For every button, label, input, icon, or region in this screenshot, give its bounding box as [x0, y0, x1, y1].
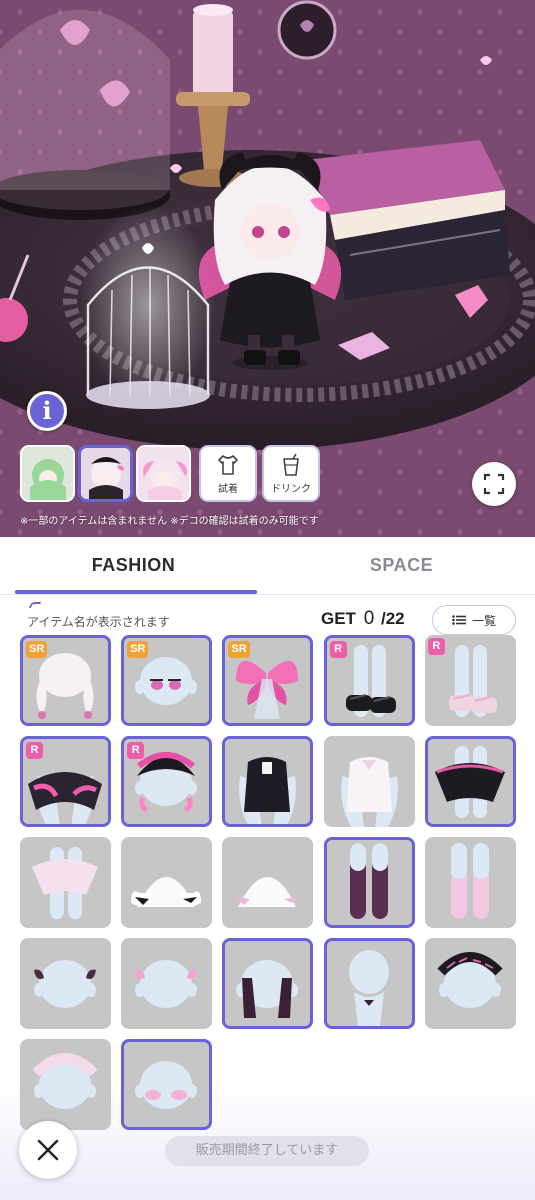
item-cell[interactable]: SR: [121, 635, 213, 726]
item-cell[interactable]: [323, 938, 415, 1029]
item-skirt-black-icon: [434, 746, 505, 818]
sale-ended-notice: 販売期間終了しています: [165, 1136, 369, 1166]
try-on-label: 試着: [218, 484, 238, 495]
avatar-thumbnail-bar: 試着 ドリンク: [20, 445, 320, 502]
thumbnail-avatar-pink[interactable]: [136, 445, 191, 502]
item-cell[interactable]: SR: [222, 635, 314, 726]
item-cell[interactable]: R: [20, 736, 111, 827]
item-socks-black-icon: [349, 843, 388, 919]
get-counter: GET 0 /22: [321, 608, 405, 630]
item-cell[interactable]: [222, 938, 314, 1029]
list-icon: [452, 615, 466, 625]
item-top-black-icon: [239, 757, 297, 824]
item-braid-black-icon: [437, 952, 503, 1008]
item-gloves-black-icon: [236, 960, 299, 1018]
drink-button[interactable]: ドリンク: [262, 445, 320, 502]
rarity-badge: R: [329, 641, 347, 658]
get-count: 0: [363, 608, 375, 629]
item-blush-icon: [135, 1061, 198, 1109]
get-total: /22: [381, 609, 405, 628]
item-skirt-pink-icon: [32, 847, 98, 919]
get-label: GET: [321, 609, 356, 628]
tab-fashion[interactable]: FASHION: [0, 537, 267, 595]
fullscreen-icon: [483, 473, 505, 495]
item-hairpin-black-icon: [34, 960, 96, 1008]
thumbnail-avatar-gothic[interactable]: [78, 445, 133, 502]
item-cell[interactable]: [20, 837, 111, 928]
item-cell[interactable]: R: [121, 736, 213, 827]
try-on-button[interactable]: 試着: [199, 445, 257, 502]
category-tabs: FASHION SPACE: [0, 537, 535, 595]
item-cell[interactable]: [424, 837, 516, 928]
close-button[interactable]: [19, 1121, 77, 1179]
drink-icon: [283, 453, 299, 476]
item-wrist-pink-icon: [236, 877, 299, 907]
list-view-button[interactable]: 一覧: [432, 605, 516, 635]
item-cell[interactable]: [121, 1039, 213, 1130]
thumbnail-avatar-green[interactable]: [20, 445, 75, 502]
fullscreen-button[interactable]: [472, 462, 516, 506]
drink-label: ドリンク: [271, 484, 311, 495]
item-hairpin-pink-icon: [135, 960, 198, 1008]
item-braid-pink-icon: [32, 1053, 98, 1109]
item-cell[interactable]: R: [323, 635, 415, 726]
item-cell[interactable]: SR: [20, 635, 111, 726]
item-cell[interactable]: [121, 938, 213, 1029]
item-cell[interactable]: [222, 736, 314, 827]
info-button[interactable]: i: [27, 391, 67, 431]
rarity-badge: R: [26, 742, 43, 759]
rarity-badge: R: [427, 638, 445, 655]
item-ribbon-back-icon: [348, 950, 389, 1026]
list-button-label: 一覧: [471, 613, 496, 628]
item-cell[interactable]: [222, 837, 314, 928]
avatar-scene: i 試着 ドリンク ※一部のアイテムは含まれません ※デコの確認は試着のみ可能で…: [0, 0, 535, 537]
rarity-badge: SR: [26, 641, 48, 658]
shirt-icon: [218, 455, 238, 475]
item-socks-pink-icon: [450, 843, 489, 919]
item-cell[interactable]: [323, 837, 415, 928]
item-name-display: アイテム名が表示されます: [27, 615, 170, 629]
item-cell[interactable]: [323, 736, 415, 827]
active-tab-indicator: [15, 590, 257, 594]
close-icon: [37, 1139, 59, 1161]
tab-space[interactable]: SPACE: [268, 537, 535, 595]
item-cell[interactable]: [424, 938, 516, 1029]
item-cell[interactable]: [20, 938, 111, 1029]
item-cell[interactable]: [424, 736, 516, 827]
item-wrist-black-icon: [131, 877, 202, 907]
item-cell[interactable]: [121, 837, 213, 928]
item-cell[interactable]: R: [424, 635, 516, 726]
rarity-badge: SR: [127, 641, 149, 658]
rarity-badge: SR: [228, 641, 250, 658]
item-top-white-icon: [340, 757, 398, 827]
scene-notice: ※一部のアイテムは含まれません ※デコの確認は試着のみ可能です: [20, 516, 319, 527]
item-cell[interactable]: [20, 1039, 111, 1130]
rarity-badge: R: [127, 742, 145, 759]
